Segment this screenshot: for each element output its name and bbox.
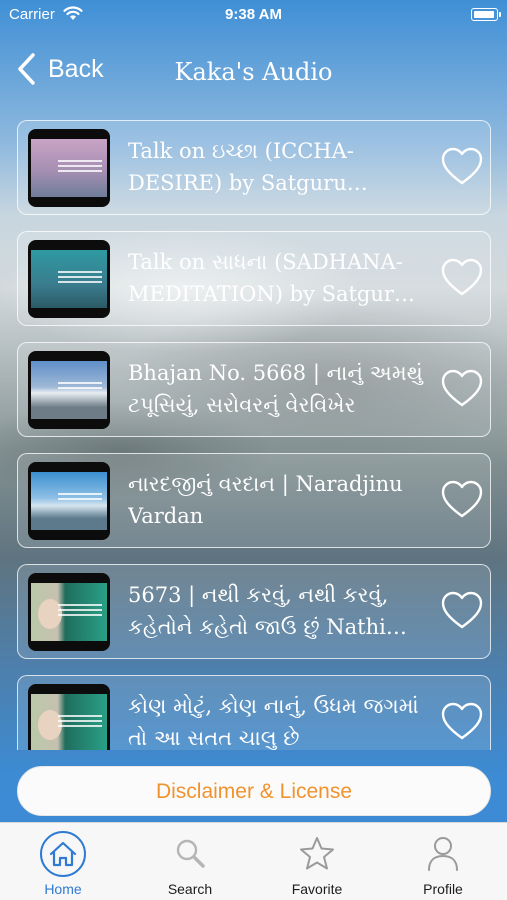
item-title: નારદજીનું વરદાન | Naradjinu Vardan: [128, 472, 403, 528]
thumbnail: [28, 462, 110, 540]
heart-icon[interactable]: [440, 369, 484, 409]
heart-icon[interactable]: [440, 702, 484, 742]
thumbnail: [28, 240, 110, 318]
tab-favorite[interactable]: Favorite: [267, 823, 367, 900]
battery-icon: [471, 8, 501, 21]
disclaimer-button[interactable]: Disclaimer & License: [17, 766, 491, 816]
heart-icon[interactable]: [440, 258, 484, 298]
thumbnail: [28, 684, 110, 750]
search-icon: [176, 839, 205, 868]
tab-label: Search: [167, 881, 213, 897]
navigation-bar: Back Kaka's Audio: [0, 40, 507, 100]
heart-icon[interactable]: [440, 480, 484, 520]
thumbnail: [28, 351, 110, 429]
tab-label: Profile: [423, 881, 463, 897]
tab-profile[interactable]: Profile: [393, 823, 493, 900]
list-item[interactable]: Talk on સાધના (SADHANA-MEDITATION) by Sa…: [17, 231, 491, 326]
item-title: કોણ મોટું, કોણ નાનું, ઉધમ જગમાં તો આ સતત…: [128, 694, 419, 750]
thumbnail: [28, 573, 110, 651]
list-item[interactable]: Bhajan No. 5668 | નાનું અમથું ટપૂસિયું, …: [17, 342, 491, 437]
star-icon: [300, 837, 334, 870]
item-title: 5673 | નથી કરવું, નથી કરવું, કહેતોને કહે…: [128, 583, 389, 639]
list-item[interactable]: 5673 | નથી કરવું, નથી કરવું, કહેતોને કહે…: [17, 564, 491, 659]
person-icon: [428, 837, 458, 871]
item-title: Bhajan No. 5668 | નાનું અમથું ટપૂસિયું, …: [128, 361, 423, 417]
page-title: Kaka's Audio: [174, 58, 333, 86]
list-item[interactable]: નારદજીનું વરદાન | Naradjinu Vardan: [17, 453, 491, 548]
tab-label: Favorite: [291, 881, 343, 897]
heart-icon[interactable]: [440, 147, 484, 187]
tab-home[interactable]: Home: [13, 823, 113, 900]
clock: 9:38 AM: [225, 6, 282, 23]
list-item[interactable]: કોણ મોટું, કોણ નાનું, ઉધમ જગમાં તો આ સતત…: [17, 675, 491, 750]
heart-icon[interactable]: [440, 591, 484, 631]
item-title: Talk on સાધના (SADHANA-MEDITATION) by Sa…: [128, 250, 408, 306]
tab-label: Home: [44, 881, 82, 897]
thumbnail: [28, 129, 110, 207]
audio-list[interactable]: Talk on ઇચ્છા (ICCHA-DESIRE) by Satguru …: [0, 120, 507, 750]
status-bar: Carrier 9:38 AM: [0, 0, 507, 28]
item-title: Talk on ઇચ્છા (ICCHA-DESIRE) by Satguru …: [128, 139, 354, 195]
tab-search[interactable]: Search: [140, 823, 240, 900]
tab-bar: Home Search Favorite Profile: [0, 822, 507, 900]
list-item[interactable]: Talk on ઇચ્છા (ICCHA-DESIRE) by Satguru …: [17, 120, 491, 215]
home-icon: [40, 831, 86, 877]
